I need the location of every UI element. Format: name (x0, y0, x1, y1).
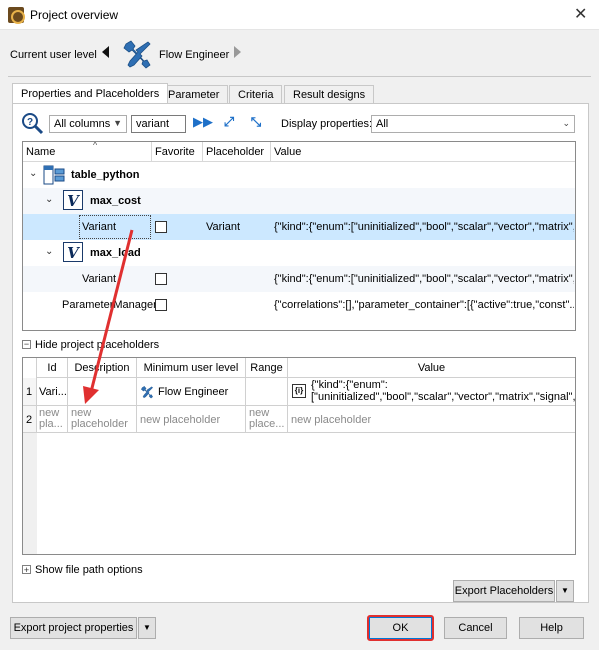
tools-icon (141, 386, 153, 399)
expand-all-icon[interactable]: ⤢ (221, 115, 237, 129)
column-header-value[interactable]: Value (288, 358, 575, 378)
variable-icon: V (63, 242, 83, 262)
chevron-down-icon: ⌄ (562, 118, 570, 128)
chevron-down-icon[interactable]: ⌄ (45, 194, 53, 205)
tab-parameter[interactable]: Parameter (159, 85, 229, 104)
placeholder-level[interactable]: Flow Engineer (137, 378, 246, 406)
level-up-icon[interactable] (234, 46, 241, 58)
find-next-icon[interactable]: ▶▶ (193, 115, 213, 129)
favorite-checkbox[interactable] (155, 299, 167, 311)
collapse-toggle[interactable]: − (22, 340, 31, 349)
close-icon[interactable]: ✕ (574, 4, 587, 24)
annotation-highlight (367, 615, 434, 641)
placeholder-range[interactable]: new place... (246, 406, 288, 433)
placeholder-table[interactable]: Id Description Minimum user level Range … (22, 357, 576, 555)
filter-column-select[interactable]: All columns ▼ (49, 115, 127, 133)
placeholder-description[interactable]: new placeholder (68, 406, 137, 433)
user-level-label: Current user level (10, 49, 97, 61)
column-header-description[interactable]: Description (68, 358, 137, 378)
placeholder-level[interactable]: new placeholder (137, 406, 246, 433)
node-label: table_python (71, 169, 140, 181)
tree-row[interactable]: Variant {"kind":{"enum":["uninitialized"… (23, 266, 575, 292)
export-placeholders-dropdown[interactable]: ▼ (556, 580, 574, 602)
node-label: max_cost (90, 195, 141, 207)
value-text: {"kind":{"enum": ["uninitialized","bool"… (311, 379, 575, 403)
row-number: 1 (23, 378, 37, 406)
svg-text:?: ? (27, 117, 33, 128)
column-header-placeholder[interactable]: Placeholder (203, 142, 271, 162)
separator (8, 76, 591, 77)
favorite-checkbox[interactable] (155, 273, 167, 285)
column-header-id[interactable]: Id (37, 358, 68, 378)
tools-icon (123, 40, 151, 69)
placeholder-id[interactable]: Vari... (37, 378, 68, 406)
level-down-icon[interactable] (102, 46, 109, 58)
tab-properties-placeholders[interactable]: Properties and Placeholders (12, 83, 169, 103)
row-number: 2 (23, 406, 37, 433)
app-icon (8, 7, 25, 24)
property-value[interactable]: {"kind":{"enum":["uninitialized","bool",… (274, 221, 574, 233)
tree-row[interactable]: ⌄ V max_cost (23, 188, 575, 214)
property-name: ParameterManager (62, 299, 157, 311)
user-level-value: Flow Engineer (159, 49, 230, 61)
node-label: max_load (90, 247, 141, 259)
property-tree[interactable]: Name ^ Favorite Placeholder Value ⌄ tabl… (22, 141, 576, 331)
placeholder-description[interactable] (68, 378, 137, 406)
help-button[interactable]: Help (519, 617, 584, 639)
window-title: Project overview (30, 8, 119, 22)
chevron-down-icon[interactable]: ⌄ (45, 246, 53, 257)
sort-indicator-icon: ^ (93, 141, 98, 150)
display-properties-label: Display properties: (281, 118, 373, 130)
property-value[interactable]: {"correlations":[],"parameter_container"… (274, 299, 574, 311)
property-value[interactable]: {"kind":{"enum":["uninitialized","bool",… (274, 273, 574, 285)
export-properties-button[interactable]: Export project properties (10, 617, 137, 639)
tree-row[interactable]: ⌄ table_python (23, 162, 575, 188)
placeholder-value[interactable]: {i} {"kind":{"enum": ["uninitialized","b… (288, 378, 575, 406)
property-name: Variant (82, 221, 117, 233)
column-header-favorite[interactable]: Favorite (152, 142, 203, 162)
search-input[interactable]: variant (131, 115, 186, 133)
variable-icon: V (63, 190, 83, 210)
placeholder-range[interactable] (246, 378, 288, 406)
cancel-button[interactable]: Cancel (444, 617, 507, 639)
filter-column-value: All columns (54, 118, 111, 130)
display-properties-select[interactable]: All ⌄ (371, 115, 575, 133)
export-properties-dropdown[interactable]: ▼ (138, 617, 156, 639)
tab-criteria[interactable]: Criteria (229, 85, 283, 104)
tree-row[interactable]: ParameterManager {"correlations":[],"par… (23, 292, 575, 318)
placeholder-id[interactable]: new pla... (37, 406, 68, 433)
json-icon: {i} (292, 384, 306, 398)
display-properties-value: All (376, 118, 389, 130)
column-header-range[interactable]: Range (246, 358, 288, 378)
property-name: Variant (82, 273, 117, 285)
hide-placeholders-label[interactable]: Hide project placeholders (35, 339, 159, 351)
tab-result-designs[interactable]: Result designs (284, 85, 375, 104)
favorite-checkbox[interactable] (155, 221, 167, 233)
expand-toggle[interactable]: + (22, 565, 31, 575)
collapse-all-icon[interactable]: ⤡ (248, 115, 264, 129)
chevron-down-icon[interactable]: ⌄ (29, 168, 37, 179)
level-text: Flow Engineer (158, 386, 229, 398)
export-placeholders-button[interactable]: Export Placeholders (453, 580, 555, 602)
chevron-down-icon: ▼ (113, 118, 122, 128)
placeholder-value: Variant (206, 221, 241, 233)
tree-row[interactable]: Variant Variant {"kind":{"enum":["uninit… (23, 214, 575, 240)
table-empty-area (37, 433, 575, 554)
column-header-name[interactable]: Name (23, 142, 152, 162)
show-file-path-label[interactable]: Show file path options (35, 564, 143, 576)
table-icon (43, 165, 65, 185)
placeholder-value[interactable]: new placeholder (288, 406, 575, 433)
column-header-min-level[interactable]: Minimum user level (137, 358, 246, 378)
column-header-value[interactable]: Value (271, 142, 575, 162)
search-icon[interactable]: ? (20, 111, 44, 135)
tree-row[interactable]: ⌄ V max_load (23, 240, 575, 266)
